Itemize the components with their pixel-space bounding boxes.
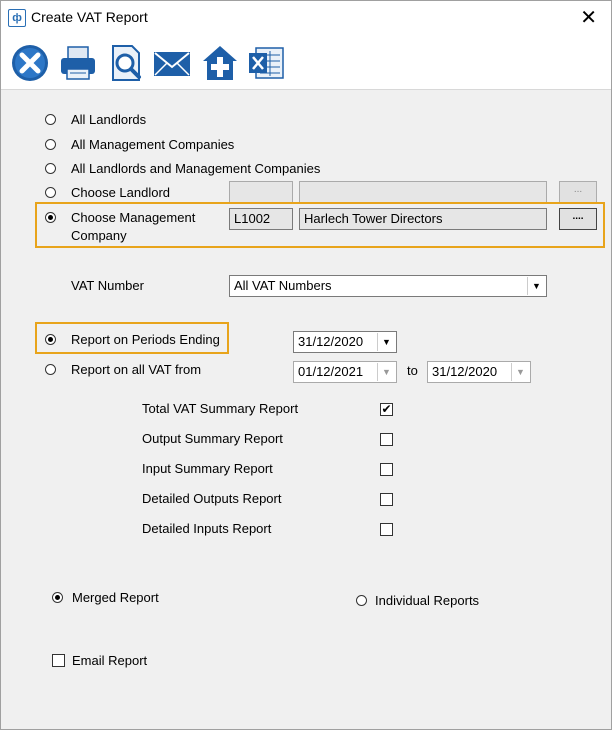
email-report-checkbox[interactable] xyxy=(52,654,65,667)
report-type-checkbox[interactable] xyxy=(380,433,393,446)
create-vat-report-window: ф Create VAT Report ✕ All Landlords All … xyxy=(0,0,612,730)
report-on-all-vat-label: Report on all VAT from xyxy=(71,362,202,377)
report-type-label: Input Summary Report xyxy=(142,461,273,476)
window-title: Create VAT Report xyxy=(31,9,148,25)
toolbar xyxy=(1,34,611,90)
report-type-checkbox[interactable] xyxy=(380,463,393,476)
choose-management-company-label-line1: Choose Management xyxy=(71,210,196,225)
periods-ending-date-select[interactable]: 31/12/2020 ▼ xyxy=(293,331,397,353)
report-on-periods-ending-label: Report on Periods Ending xyxy=(71,332,220,347)
choose-management-company-radio[interactable] xyxy=(45,212,56,223)
management-company-code-field[interactable]: L1002 xyxy=(229,208,293,230)
management-company-name-field[interactable]: Harlech Tower Directors xyxy=(299,208,547,230)
all-management-companies-label: All Management Companies xyxy=(71,137,235,152)
report-type-label: Detailed Inputs Report xyxy=(142,521,272,536)
landlord-code-field[interactable] xyxy=(229,181,293,203)
app-icon: ф xyxy=(8,9,26,27)
report-on-periods-ending-radio[interactable] xyxy=(45,334,56,345)
chevron-down-icon: ▼ xyxy=(511,363,529,381)
all-landlords-label: All Landlords xyxy=(71,112,147,127)
vat-to-date-value: 31/12/2020 xyxy=(432,364,498,379)
all-landlords-and-mc-label: All Landlords and Management Companies xyxy=(71,161,321,176)
choose-landlord-radio[interactable] xyxy=(45,187,56,198)
excel-icon[interactable] xyxy=(246,43,286,83)
email-report-label: Email Report xyxy=(72,653,148,668)
vat-from-date-value: 01/12/2021 xyxy=(298,364,364,379)
report-type-label: Total VAT Summary Report xyxy=(142,401,299,416)
report-options-panel: All Landlords All Management Companies A… xyxy=(1,90,611,729)
report-on-all-vat-radio[interactable] xyxy=(45,364,56,375)
choose-management-company-label-line2: Company xyxy=(71,228,127,243)
close-report-icon[interactable] xyxy=(10,43,50,83)
report-type-checkbox[interactable] xyxy=(380,493,393,506)
chevron-down-icon: ▼ xyxy=(527,277,545,295)
vat-from-date-select[interactable]: 01/12/2021 ▼ xyxy=(293,361,397,383)
print-icon[interactable] xyxy=(58,43,98,83)
individual-reports-label: Individual Reports xyxy=(375,593,480,608)
title-bar: ф Create VAT Report ✕ xyxy=(1,1,611,34)
individual-reports-radio[interactable] xyxy=(356,595,367,606)
all-landlords-and-mc-radio[interactable] xyxy=(45,163,56,174)
close-window-button[interactable]: ✕ xyxy=(580,5,597,29)
vat-number-value: All VAT Numbers xyxy=(234,278,332,293)
report-type-checkbox[interactable] xyxy=(380,523,393,536)
browse-landlord-button[interactable]: ... xyxy=(559,181,597,203)
to-label: to xyxy=(407,363,418,378)
merged-report-label: Merged Report xyxy=(72,590,159,605)
preview-icon[interactable] xyxy=(106,43,146,83)
chevron-down-icon: ▼ xyxy=(377,363,395,381)
vat-to-date-select[interactable]: 31/12/2020 ▼ xyxy=(427,361,531,383)
vat-number-label: VAT Number xyxy=(71,278,144,293)
checkmark-icon: ✔ xyxy=(381,402,392,416)
merged-report-radio[interactable] xyxy=(52,592,63,603)
browse-management-company-button[interactable]: .... xyxy=(559,208,597,230)
all-landlords-radio[interactable] xyxy=(45,114,56,125)
chevron-down-icon: ▼ xyxy=(377,333,395,351)
export-icon[interactable] xyxy=(200,43,240,83)
vat-number-select[interactable]: All VAT Numbers ▼ xyxy=(229,275,547,297)
report-type-label: Detailed Outputs Report xyxy=(142,491,282,506)
choose-landlord-label: Choose Landlord xyxy=(71,185,171,200)
landlord-name-field[interactable] xyxy=(299,181,547,203)
report-type-checkbox[interactable]: ✔ xyxy=(380,403,393,416)
report-type-label: Output Summary Report xyxy=(142,431,283,446)
all-management-companies-radio[interactable] xyxy=(45,139,56,150)
email-icon[interactable] xyxy=(152,43,192,83)
periods-ending-date-value: 31/12/2020 xyxy=(298,334,364,349)
